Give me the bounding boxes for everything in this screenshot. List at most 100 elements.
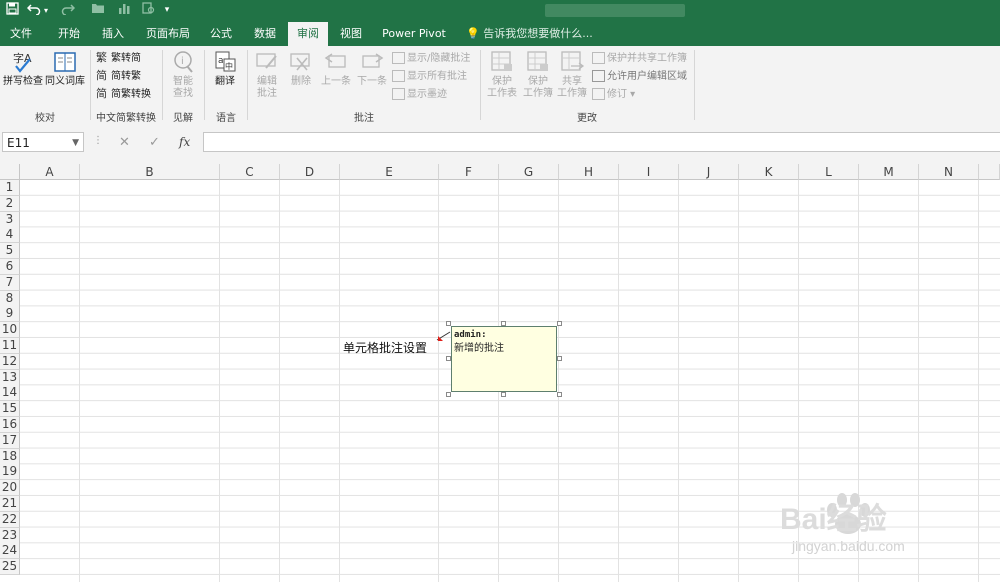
column-header-e[interactable]: E [340,164,439,180]
row-header-11[interactable]: 11 [0,338,20,354]
cell-e11[interactable]: 单元格批注设置 [343,339,427,356]
show-ink-label: 显示墨迹 [407,89,447,100]
group-language-label: 语言 [216,113,236,124]
column-header-j[interactable]: J [679,164,739,180]
tab-insert[interactable]: 插入 [96,22,130,46]
thesaurus-icon [54,52,76,72]
row-header-17[interactable]: 17 [0,432,20,449]
spell-check-button[interactable]: 字A 拼写检查 [2,50,44,88]
resize-handle[interactable] [501,321,506,326]
column-header-i[interactable]: I [619,164,679,180]
row-header-8[interactable]: 8 [0,290,20,307]
row-header-10[interactable]: 10 [0,322,20,339]
protect-sheet-button[interactable]: 保护 工作表 [484,50,520,100]
column-header-n[interactable]: N [919,164,979,180]
protect-workbook-label-2: 工作簿 [523,88,553,99]
row-header-21[interactable]: 21 [0,496,20,512]
row-header-2[interactable]: 2 [0,195,20,212]
row-header-16[interactable]: 16 [0,417,20,433]
smart-lookup-button[interactable]: i 智能 查找 [166,50,200,100]
protect-sheet-label-1: 保护 [492,76,512,87]
row-header-20[interactable]: 20 [0,480,20,497]
resize-handle[interactable] [446,392,451,397]
resize-handle[interactable] [501,392,506,397]
row-header-18[interactable]: 18 [0,448,20,465]
row-header-5[interactable]: 5 [0,243,20,260]
column-header-h[interactable]: H [559,164,619,180]
open-folder-icon [90,2,106,19]
edit-comment-button[interactable]: 编辑 批注 [250,50,284,100]
row-header-23[interactable]: 23 [0,527,20,544]
resize-handle[interactable] [446,321,451,326]
to-traditional-button[interactable]: 繁繁转简 [96,51,141,67]
row-header-12[interactable]: 12 [0,353,20,370]
row-header-3[interactable]: 3 [0,211,20,228]
tab-power-pivot[interactable]: Power Pivot [378,22,450,46]
row-header-15[interactable]: 15 [0,401,20,418]
resize-handle[interactable] [557,321,562,326]
thesaurus-button[interactable]: 同义词库 [44,50,86,88]
customize-qat-icon[interactable]: ▾ [162,2,172,19]
share-workbook-button[interactable]: 共享 工作簿 [554,50,590,100]
name-box[interactable]: E11 ▼ [2,132,84,152]
row-header-24[interactable]: 24 [0,543,20,560]
row-header-6[interactable]: 6 [0,259,20,275]
row-header-25[interactable]: 25 [0,559,20,576]
protect-workbook-button[interactable]: 保护 工作簿 [520,50,556,100]
column-header-l[interactable]: L [799,164,859,180]
comment-box[interactable]: admin: 新增的批注 [451,326,557,392]
tell-me-box[interactable]: 💡 告诉我您想要做什么... [466,22,593,46]
column-header-k[interactable]: K [739,164,799,180]
row-header-14[interactable]: 14 [0,385,20,402]
show-ink-button[interactable]: 显示墨迹 [392,87,447,103]
row-header-1[interactable]: 1 [0,180,20,196]
tab-data[interactable]: 数据 [248,22,282,46]
allow-edit-ranges-button[interactable]: 允许用户编辑区域 [592,69,687,85]
insert-function-icon[interactable]: fx [179,135,190,149]
tab-home[interactable]: 开始 [52,22,86,46]
row-header-4[interactable]: 4 [0,227,20,244]
column-header-g[interactable]: G [499,164,559,180]
tab-file[interactable]: 文件 [6,22,36,46]
undo-dropdown-icon[interactable]: ▾ [42,2,50,19]
track-changes-button[interactable]: 修订 ▾ [592,87,635,103]
cancel-icon[interactable]: ✕ [119,135,130,150]
next-comment-button[interactable]: 下一条 [354,50,390,88]
tab-review[interactable]: 审阅 [288,22,328,47]
column-header-f[interactable]: F [439,164,499,180]
resize-handle[interactable] [446,356,451,361]
translate-button[interactable]: a中 翻译 [208,50,242,88]
name-box-dropdown-icon[interactable]: ▼ [72,133,79,153]
tab-page-layout[interactable]: 页面布局 [142,22,194,46]
chinese-convert-button[interactable]: 简简繁转换 [96,87,151,103]
protect-share-button[interactable]: 保护并共享工作簿 [592,51,687,67]
resize-handle[interactable] [557,356,562,361]
column-header-b[interactable]: B [80,164,220,180]
column-header-c[interactable]: C [220,164,280,180]
formula-input[interactable] [203,132,1000,152]
to-simplified-button[interactable]: 简简转繁 [96,69,141,85]
undo-icon[interactable] [26,2,42,19]
resize-handle[interactable] [557,392,562,397]
row-header-9[interactable]: 9 [0,306,20,323]
delete-comment-button[interactable]: 删除 [286,50,316,88]
translate-icon: a中 [215,51,236,72]
save-icon[interactable] [4,2,20,19]
row-header-13[interactable]: 13 [0,369,20,386]
show-hide-comment-button[interactable]: 显示/隐藏批注 [392,51,470,67]
group-chinese-label: 中文简繁转换 [96,113,156,124]
tab-formulas[interactable]: 公式 [204,22,238,46]
column-header-d[interactable]: D [280,164,340,180]
column-header-m[interactable]: M [859,164,919,180]
track-changes-label: 修订 [607,89,627,100]
enter-icon[interactable]: ✓ [149,135,160,150]
tab-view[interactable]: 视图 [334,22,368,46]
row-header-7[interactable]: 7 [0,274,20,291]
column-header-a[interactable]: A [20,164,80,180]
row-header-22[interactable]: 22 [0,511,20,528]
column-header-overflow[interactable] [979,164,1000,180]
previous-comment-button[interactable]: 上一条 [318,50,354,88]
show-all-comments-button[interactable]: 显示所有批注 [392,69,467,85]
row-header-19[interactable]: 19 [0,464,20,481]
select-all-corner[interactable] [0,164,20,180]
